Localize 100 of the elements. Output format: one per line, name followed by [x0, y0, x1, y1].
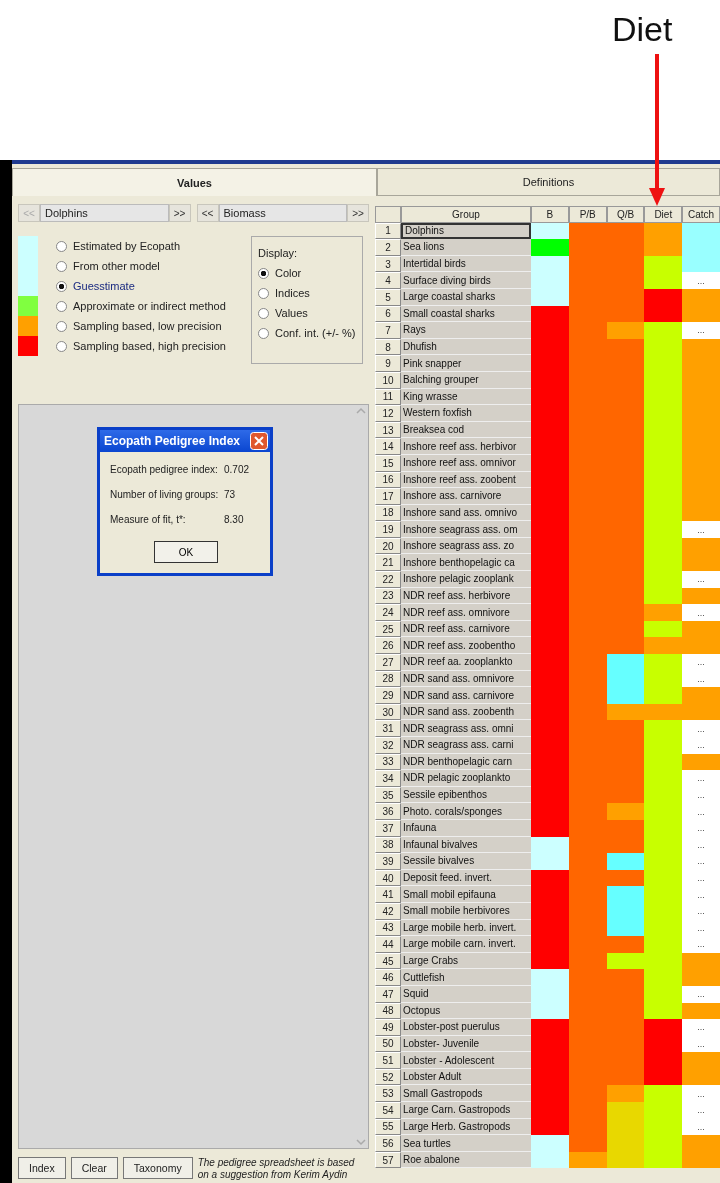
- row-number[interactable]: 4: [375, 272, 401, 289]
- table-cell[interactable]: [644, 637, 683, 655]
- table-cell[interactable]: NDR pelagic zooplankto: [401, 770, 531, 787]
- row-number[interactable]: 9: [375, 355, 401, 372]
- table-cell[interactable]: [644, 604, 683, 621]
- table-cell[interactable]: [606, 803, 645, 820]
- row-number[interactable]: 54: [375, 1102, 401, 1119]
- table-cell[interactable]: ...: [682, 770, 720, 787]
- table-cell[interactable]: Lobster-post puerulus: [401, 1019, 531, 1036]
- row-number[interactable]: 44: [375, 936, 401, 953]
- table-cell[interactable]: [606, 853, 645, 870]
- row-number[interactable]: 19: [375, 521, 401, 538]
- table-cell[interactable]: ...: [682, 737, 720, 754]
- table-cell[interactable]: [644, 720, 683, 737]
- row-number[interactable]: 27: [375, 654, 401, 671]
- table-cell[interactable]: ...: [682, 720, 720, 737]
- radio-option[interactable]: Guesstimate: [56, 280, 135, 292]
- table-cell[interactable]: [531, 969, 569, 986]
- table-cell[interactable]: [606, 1102, 645, 1119]
- action-button[interactable]: Index: [18, 1157, 66, 1179]
- table-cell[interactable]: [606, 1085, 645, 1103]
- radio-option[interactable]: Sampling based, high precision: [56, 340, 226, 352]
- table-cell[interactable]: [644, 322, 683, 339]
- table-cell[interactable]: [568, 1135, 607, 1152]
- radio-indicator[interactable]: [56, 240, 67, 252]
- row-number[interactable]: 34: [375, 770, 401, 787]
- column-header[interactable]: Q/B: [606, 206, 645, 223]
- row-number[interactable]: 7: [375, 322, 401, 339]
- radio-indicator[interactable]: [56, 320, 67, 332]
- table-cell[interactable]: [644, 272, 683, 289]
- row-number[interactable]: 41: [375, 886, 401, 903]
- table-cell[interactable]: Large mobile carn. invert.: [401, 936, 531, 953]
- table-cell[interactable]: ...: [682, 1019, 720, 1036]
- row-number[interactable]: 49: [375, 1019, 401, 1036]
- table-cell[interactable]: [682, 969, 720, 986]
- row-number[interactable]: 21: [375, 554, 401, 572]
- radio-indicator[interactable]: [258, 307, 269, 319]
- table-cell[interactable]: NDR seagrass ass. carni: [401, 737, 531, 754]
- table-cell[interactable]: Sea lions: [401, 239, 531, 256]
- table-cell[interactable]: ...: [682, 1102, 720, 1119]
- radio-option[interactable]: Values: [258, 307, 356, 319]
- table-cell[interactable]: [644, 1085, 683, 1103]
- table-cell[interactable]: ...: [682, 853, 720, 870]
- table-cell[interactable]: Sea turtles: [401, 1135, 531, 1152]
- radio-indicator[interactable]: [258, 287, 269, 299]
- table-cell[interactable]: Photo. corals/sponges: [401, 803, 531, 820]
- radio-option[interactable]: Estimated by Ecopath: [56, 240, 180, 252]
- table-cell[interactable]: ...: [682, 886, 720, 903]
- radio-indicator[interactable]: [258, 267, 269, 279]
- table-cell[interactable]: [644, 654, 683, 671]
- radio-indicator[interactable]: [56, 300, 67, 312]
- table-cell[interactable]: NDR reef ass. omnivore: [401, 604, 531, 621]
- table-cell[interactable]: [531, 239, 569, 256]
- table-cell[interactable]: Large Carn. Gastropods: [401, 1102, 531, 1119]
- table-cell[interactable]: [644, 239, 683, 256]
- previous-button[interactable]: <<: [196, 204, 219, 222]
- radio-indicator[interactable]: [56, 260, 67, 272]
- row-number[interactable]: 51: [375, 1052, 401, 1069]
- table-cell[interactable]: [531, 1019, 569, 1036]
- radio-option[interactable]: From other model: [56, 260, 160, 272]
- table-cell[interactable]: [531, 1135, 569, 1152]
- table-cell[interactable]: NDR reef aa. zooplankto: [401, 654, 531, 671]
- table-cell[interactable]: NDR reef ass. zoobentho: [401, 637, 531, 655]
- column-header[interactable]: Diet: [644, 206, 683, 223]
- radio-indicator[interactable]: [258, 327, 269, 339]
- table-cell[interactable]: Rays: [401, 322, 531, 339]
- next-button[interactable]: >>: [168, 204, 191, 222]
- row-number[interactable]: 39: [375, 853, 401, 870]
- action-button[interactable]: Clear: [70, 1157, 118, 1179]
- row-number[interactable]: 22: [375, 571, 401, 588]
- table-cell[interactable]: [682, 1135, 720, 1152]
- table-cell[interactable]: [644, 1019, 683, 1036]
- table-cell[interactable]: Lobster - Adolescent: [401, 1052, 531, 1069]
- table-cell[interactable]: Inshore seagrass ass. om: [401, 521, 531, 538]
- column-header[interactable]: P/B: [568, 206, 607, 223]
- table-cell[interactable]: Sessile bivalves: [401, 853, 531, 870]
- table-cell[interactable]: [606, 886, 645, 903]
- radio-option[interactable]: Conf. int. (+/- %): [258, 327, 356, 339]
- row-number[interactable]: 53: [375, 1085, 401, 1103]
- table-cell[interactable]: Inshore reef ass. herbivor: [401, 438, 531, 455]
- table-cell[interactable]: [682, 1052, 720, 1069]
- table-cell[interactable]: ...: [682, 654, 720, 671]
- row-number[interactable]: 2: [375, 239, 401, 256]
- table-cell[interactable]: Surface diving birds: [401, 272, 531, 289]
- scroll-up-icon[interactable]: [356, 407, 366, 415]
- table-cell[interactable]: ...: [682, 936, 720, 953]
- scroll-down-icon[interactable]: [356, 1138, 366, 1146]
- table-cell[interactable]: Cuttlefish: [401, 969, 531, 986]
- ok-button[interactable]: OK: [154, 541, 218, 563]
- table-cell[interactable]: ...: [682, 1085, 720, 1103]
- table-cell[interactable]: ...: [682, 322, 720, 339]
- radio-indicator[interactable]: [56, 280, 67, 292]
- table-cell[interactable]: ...: [682, 571, 720, 588]
- tab[interactable]: Values: [12, 168, 377, 196]
- table-cell[interactable]: [682, 554, 720, 572]
- tab[interactable]: Definitions: [377, 168, 720, 196]
- column-header[interactable]: Group: [401, 206, 531, 223]
- table-cell[interactable]: [531, 853, 569, 870]
- table-cell[interactable]: Inshore ass. carnivore: [401, 488, 531, 505]
- table-cell[interactable]: Pink snapper: [401, 355, 531, 372]
